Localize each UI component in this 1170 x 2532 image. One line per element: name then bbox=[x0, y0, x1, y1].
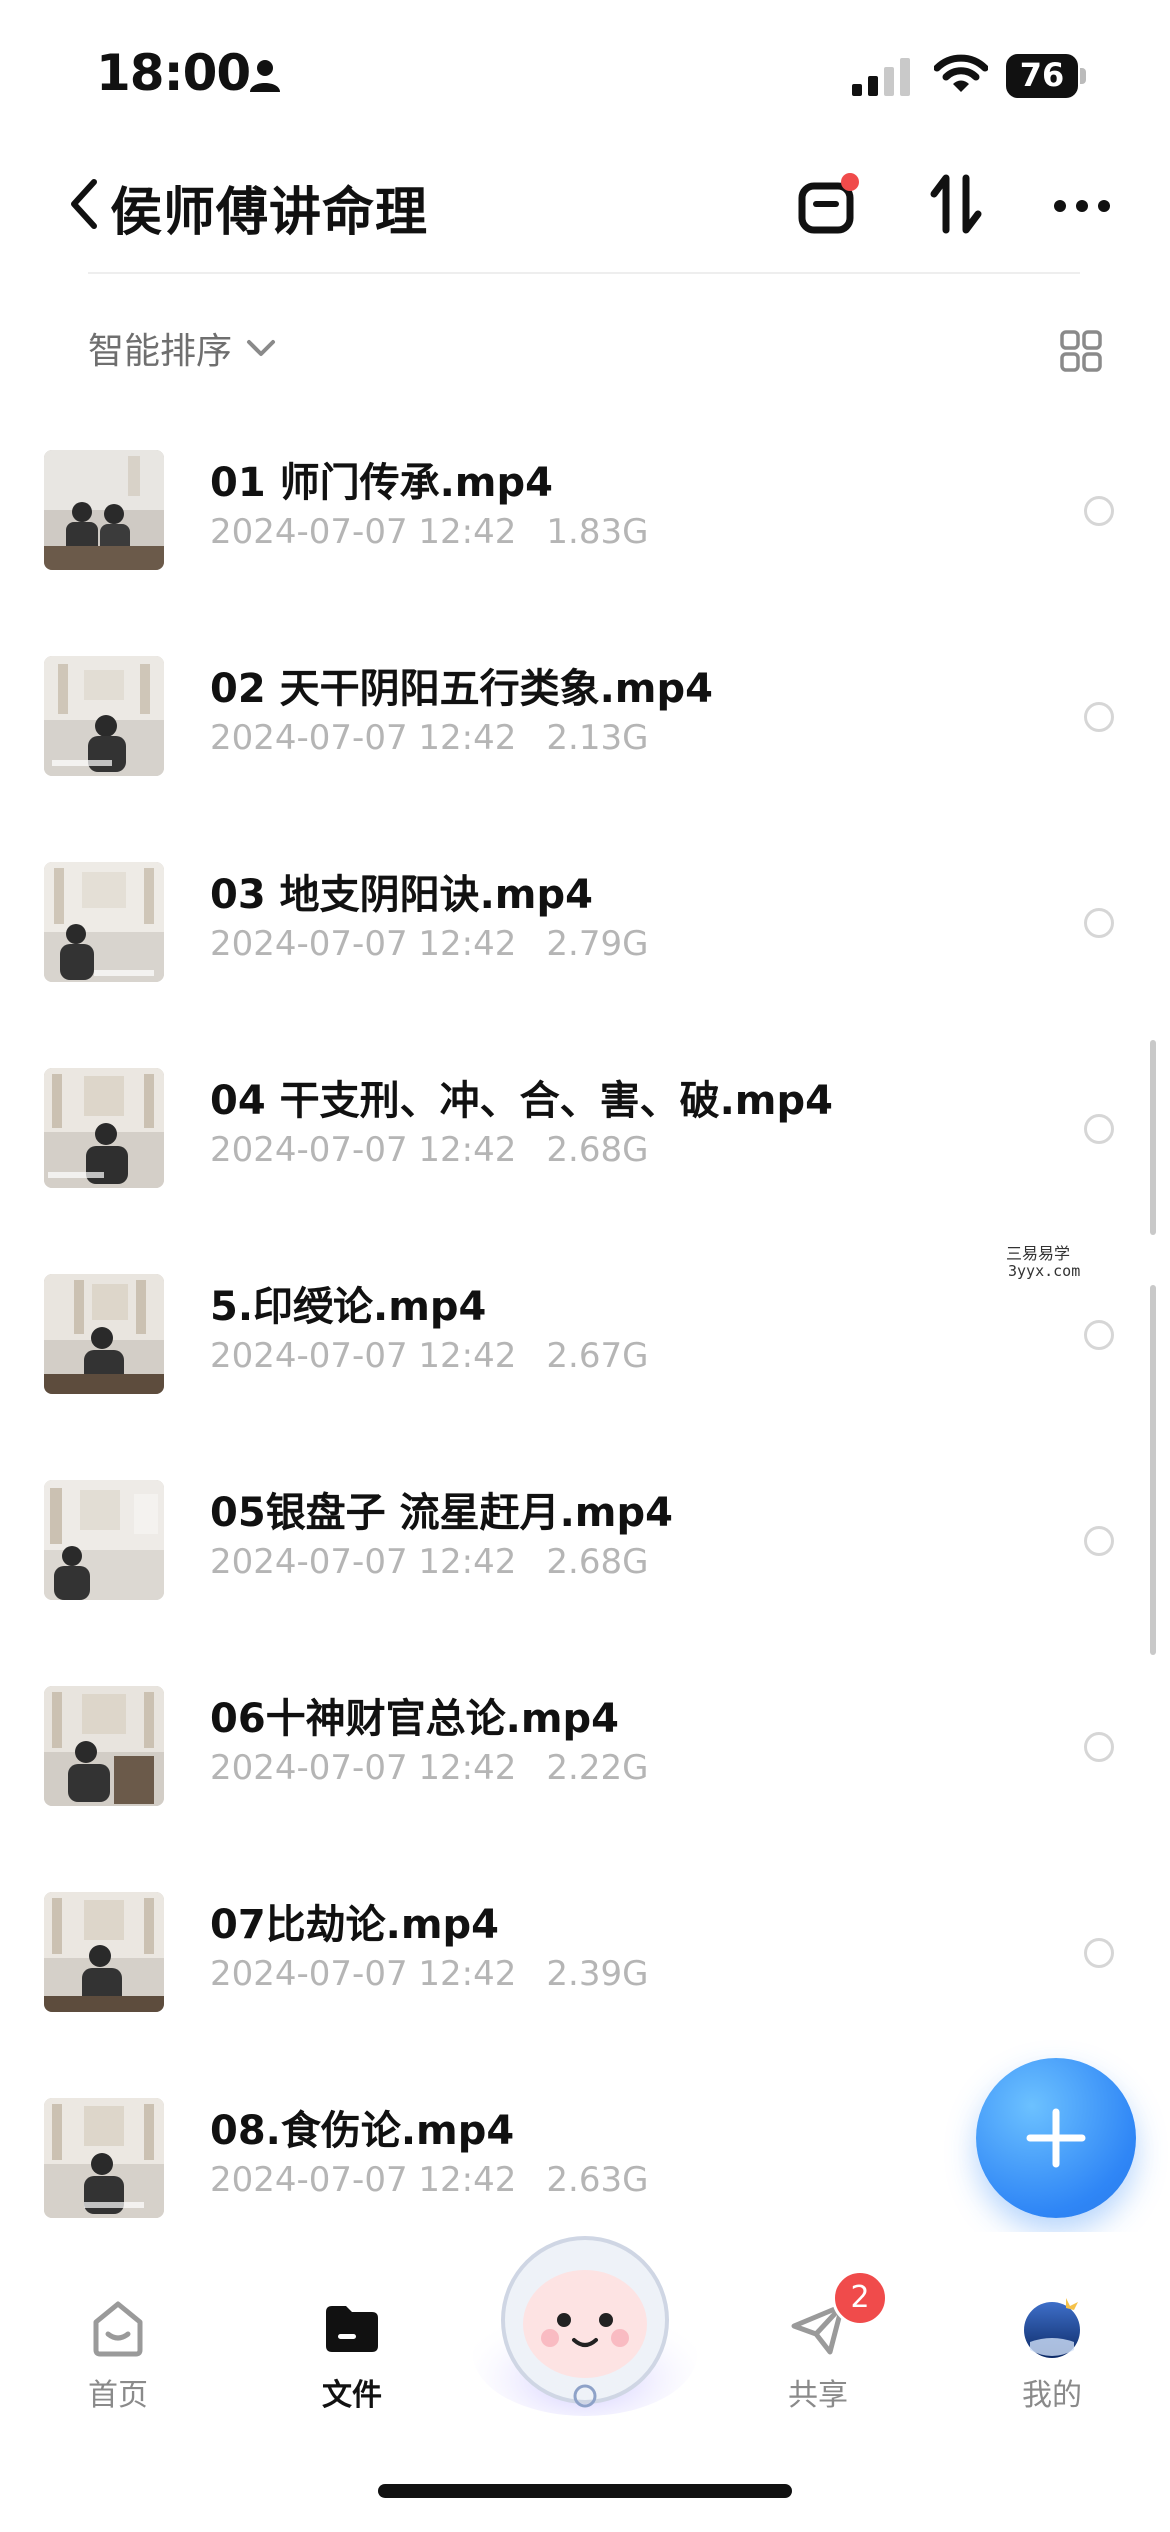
list-item[interactable]: 05银盘子 流星赶月.mp4 2024-07-07 12:42 2.68G bbox=[0, 1480, 1170, 1686]
watermark-text: 三易易学 bbox=[1006, 1244, 1071, 1263]
transfer-icon[interactable] bbox=[796, 172, 860, 236]
grid-view-icon[interactable] bbox=[1060, 330, 1102, 372]
file-name: 5.印绶论.mp4 bbox=[210, 1284, 487, 1330]
file-size: 2.68G bbox=[546, 1130, 649, 1170]
list-item[interactable]: 06十神财官总论.mp4 2024-07-07 12:42 2.22G bbox=[0, 1686, 1170, 1892]
video-thumbnail bbox=[44, 1480, 164, 1600]
file-meta: 2024-07-07 12:42 2.67G bbox=[210, 1336, 648, 1376]
select-checkbox[interactable] bbox=[1084, 1320, 1114, 1350]
assistant-mascot-icon[interactable] bbox=[470, 2224, 700, 2420]
sort-dropdown[interactable]: 智能排序 bbox=[88, 322, 276, 374]
watermark-url: 3yyx.com bbox=[1008, 1262, 1081, 1280]
sort-order-icon[interactable] bbox=[924, 172, 988, 236]
more-icon[interactable] bbox=[1050, 172, 1114, 236]
video-thumbnail bbox=[44, 450, 164, 570]
file-name: 03 地支阴阳诀.mp4 bbox=[210, 872, 593, 918]
select-checkbox[interactable] bbox=[1084, 1732, 1114, 1762]
battery-level: 76 bbox=[1019, 56, 1065, 94]
file-date: 2024-07-07 12:42 bbox=[210, 924, 517, 964]
file-size: 2.79G bbox=[546, 924, 649, 964]
status-time: 18:00 bbox=[96, 44, 251, 102]
list-item[interactable]: 5.印绶论.mp4 2024-07-07 12:42 2.67G bbox=[0, 1274, 1170, 1480]
file-size: 2.22G bbox=[546, 1748, 649, 1788]
file-meta: 2024-07-07 12:42 1.83G bbox=[210, 512, 648, 552]
video-thumbnail bbox=[44, 1068, 164, 1188]
file-date: 2024-07-07 12:42 bbox=[210, 718, 517, 758]
file-size: 1.83G bbox=[546, 512, 649, 552]
file-name: 02 天干阴阳五行类象.mp4 bbox=[210, 666, 713, 712]
select-checkbox[interactable] bbox=[1084, 1526, 1114, 1556]
video-thumbnail bbox=[44, 1892, 164, 2012]
battery-icon: 76 bbox=[1006, 54, 1086, 98]
scrollbar-thumb[interactable] bbox=[1150, 1040, 1156, 1235]
select-checkbox[interactable] bbox=[1084, 1114, 1114, 1144]
wifi-icon bbox=[934, 54, 988, 92]
file-meta: 2024-07-07 12:42 2.39G bbox=[210, 1954, 648, 1994]
list-item[interactable]: 02 天干阴阳五行类象.mp4 2024-07-07 12:42 2.13G bbox=[0, 656, 1170, 862]
list-item[interactable]: 01 师门传承.mp4 2024-07-07 12:42 1.83G bbox=[0, 450, 1170, 656]
file-name: 06十神财官总论.mp4 bbox=[210, 1696, 620, 1742]
person-icon bbox=[250, 60, 280, 92]
scrollbar-track[interactable] bbox=[1150, 1285, 1156, 1655]
file-size: 2.63G bbox=[546, 2160, 649, 2200]
tab-share-label: 共享 bbox=[788, 2378, 848, 2413]
file-name: 08.食伤论.mp4 bbox=[210, 2108, 515, 2154]
file-size: 2.13G bbox=[546, 718, 649, 758]
file-name: 04 干支刑、冲、合、害、破.mp4 bbox=[210, 1078, 833, 1124]
page-title: 侯师傅讲命理 bbox=[110, 183, 429, 243]
home-indicator[interactable] bbox=[378, 2484, 792, 2498]
video-thumbnail bbox=[44, 2098, 164, 2218]
add-button[interactable] bbox=[976, 2058, 1136, 2218]
signal-icon bbox=[852, 58, 910, 96]
video-thumbnail bbox=[44, 1274, 164, 1394]
tab-me[interactable]: 我的 bbox=[982, 2296, 1122, 2414]
tab-files[interactable]: 文件 bbox=[282, 2296, 422, 2414]
share-badge: 2 bbox=[832, 2270, 888, 2326]
select-checkbox[interactable] bbox=[1084, 908, 1114, 938]
tab-home-label: 首页 bbox=[88, 2378, 148, 2413]
chevron-down-icon bbox=[247, 340, 276, 356]
list-item[interactable]: 07比劫论.mp4 2024-07-07 12:42 2.39G bbox=[0, 1892, 1170, 2098]
sort-label: 智能排序 bbox=[88, 331, 233, 372]
file-date: 2024-07-07 12:42 bbox=[210, 1954, 517, 1994]
file-meta: 2024-07-07 12:42 2.68G bbox=[210, 1130, 648, 1170]
file-name: 07比劫论.mp4 bbox=[210, 1902, 500, 1948]
plus-icon bbox=[1026, 2108, 1086, 2168]
file-date: 2024-07-07 12:42 bbox=[210, 1748, 517, 1788]
list-item[interactable]: 03 地支阴阳诀.mp4 2024-07-07 12:42 2.79G bbox=[0, 862, 1170, 1068]
home-icon bbox=[93, 2301, 143, 2357]
file-meta: 2024-07-07 12:42 2.63G bbox=[210, 2160, 648, 2200]
file-meta: 2024-07-07 12:42 2.22G bbox=[210, 1748, 648, 1788]
list-item[interactable]: 04 干支刑、冲、合、害、破.mp4 2024-07-07 12:42 2.68G bbox=[0, 1068, 1170, 1274]
file-date: 2024-07-07 12:42 bbox=[210, 1336, 517, 1376]
file-name: 01 师门传承.mp4 bbox=[210, 460, 553, 506]
file-date: 2024-07-07 12:42 bbox=[210, 1542, 517, 1582]
avatar-icon bbox=[1024, 2298, 1080, 2358]
file-date: 2024-07-07 12:42 bbox=[210, 1130, 517, 1170]
file-meta: 2024-07-07 12:42 2.79G bbox=[210, 924, 648, 964]
tab-me-label: 我的 bbox=[1022, 2378, 1082, 2413]
file-size: 2.39G bbox=[546, 1954, 649, 1994]
back-icon[interactable] bbox=[64, 176, 104, 232]
file-date: 2024-07-07 12:42 bbox=[210, 512, 517, 552]
file-size: 2.67G bbox=[546, 1336, 649, 1376]
file-size: 2.68G bbox=[546, 1542, 649, 1582]
header-divider bbox=[88, 272, 1080, 274]
folder-icon bbox=[326, 2306, 378, 2352]
file-meta: 2024-07-07 12:42 2.68G bbox=[210, 1542, 648, 1582]
tab-share[interactable]: 2 共享 bbox=[748, 2270, 888, 2414]
file-date: 2024-07-07 12:42 bbox=[210, 2160, 517, 2200]
select-checkbox[interactable] bbox=[1084, 496, 1114, 526]
file-meta: 2024-07-07 12:42 2.13G bbox=[210, 718, 648, 758]
tab-files-label: 文件 bbox=[322, 2378, 382, 2413]
select-checkbox[interactable] bbox=[1084, 702, 1114, 732]
video-thumbnail bbox=[44, 862, 164, 982]
file-name: 05银盘子 流星赶月.mp4 bbox=[210, 1490, 673, 1536]
video-thumbnail bbox=[44, 1686, 164, 1806]
tab-home[interactable]: 首页 bbox=[48, 2296, 188, 2414]
select-checkbox[interactable] bbox=[1084, 1938, 1114, 1968]
video-thumbnail bbox=[44, 656, 164, 776]
